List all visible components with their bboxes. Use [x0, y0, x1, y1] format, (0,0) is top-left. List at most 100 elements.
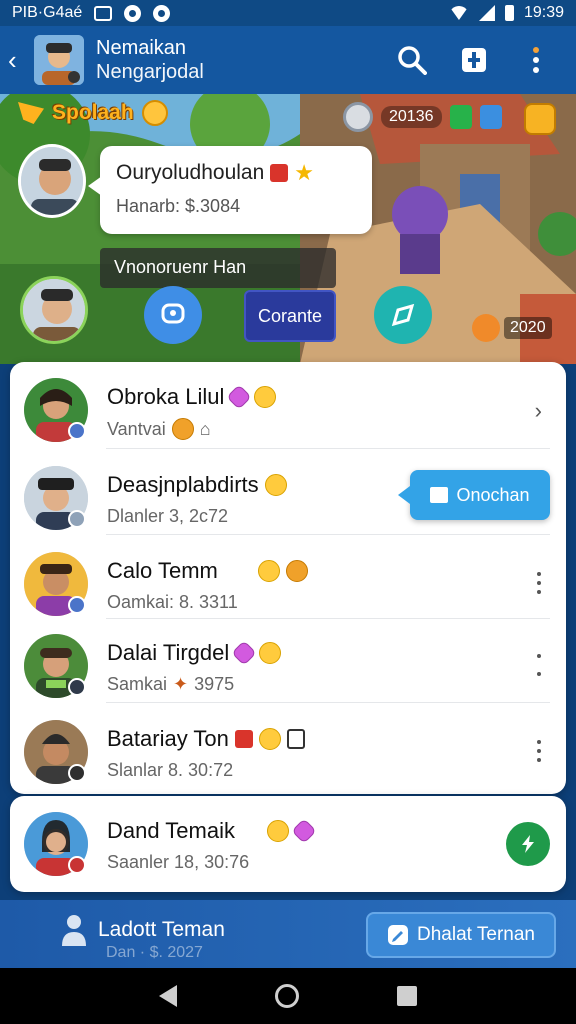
add-friend-tab[interactable]: Ladott Teman: [60, 912, 225, 948]
online-badge: [68, 422, 86, 440]
message-avatar[interactable]: [18, 144, 86, 218]
chat-avatar[interactable]: [34, 35, 84, 85]
score-value: 2020: [504, 317, 552, 339]
game-banner: Spolaah 20136 Ouryoludhoulan ★ Hanarb: $…: [0, 94, 576, 364]
add-friend-sub: Dan · $. 2027: [106, 944, 203, 961]
battery-icon: [504, 5, 514, 21]
bear-icon: [171, 418, 194, 440]
smile-icon: [141, 100, 168, 126]
friend-status: Oamkai: 8. 3311: [107, 592, 238, 612]
message-bubble: Ouryoludhoulan ★ Hanarb: $.3084: [88, 146, 372, 234]
friend-name: Calo Temm: [107, 558, 218, 583]
nav-home-icon[interactable]: [275, 984, 299, 1008]
coin-icon: [343, 102, 373, 132]
lightning-button[interactable]: [506, 822, 550, 866]
online-badge: [68, 596, 86, 614]
friend-status: Dlanler 3, 2c72: [107, 506, 229, 526]
friend-status: Samkai: [107, 674, 168, 694]
list-item[interactable]: Batariay Ton Slanlar 8. 30:72: [10, 704, 566, 788]
score-tag: 2020: [472, 314, 552, 342]
dhalat-friend-button[interactable]: Dhalat Ternan: [366, 912, 556, 958]
action-popup[interactable]: Onochan: [398, 470, 550, 520]
smile-icon: [259, 642, 282, 664]
online-badge: [68, 510, 86, 528]
wolf-icon: ⌂: [199, 418, 211, 439]
nav-back-icon[interactable]: [159, 985, 177, 1007]
lightning-icon: [522, 835, 534, 853]
online-badge: [68, 678, 86, 696]
message-bubble-dark: Vnonoruenr Han: [100, 248, 336, 288]
wifi-icon: [448, 6, 469, 20]
chevron-right-icon[interactable]: ›: [535, 398, 542, 424]
gem-green-icon: [449, 105, 472, 129]
message-sender: Ouryoludhoulan: [116, 161, 265, 184]
send-button[interactable]: [374, 286, 432, 344]
fire-icon: ✦: [173, 674, 189, 694]
dots-icon[interactable]: [536, 740, 542, 762]
dots-icon[interactable]: [536, 654, 542, 676]
ribbon-badge-icon: [18, 102, 44, 124]
status-bar: PIB·G4aé 19:39: [0, 0, 576, 26]
star-icon: ★: [294, 160, 315, 185]
add-friend-label: Ladott Teman: [98, 918, 225, 941]
dots-icon[interactable]: [536, 572, 542, 594]
list-item[interactable]: Dalai Tirgdel Samkai ✦ 3975: [10, 618, 566, 702]
friend-name: Obroka Lilul: [107, 384, 225, 409]
status-left-text: PIB·G4aé: [12, 4, 83, 21]
friend-status: Slanlar 8. 30:72: [107, 760, 234, 780]
row-divider: [106, 534, 550, 535]
gift-icon: [231, 640, 258, 666]
box-icon: [430, 487, 449, 503]
system-nav-bar: [0, 968, 576, 1024]
friends-list: Obroka Lilul Vantvai ⌂ › Deasjnplabdirts…: [10, 362, 566, 794]
notification-icon: [94, 5, 113, 21]
friend-name: Dalai Tirgdel: [107, 640, 230, 665]
smile-icon: [264, 474, 287, 496]
smile-icon: [257, 560, 280, 582]
friend-name: Batariay Ton: [107, 726, 229, 751]
share-icon[interactable]: [458, 44, 490, 76]
list-item[interactable]: Obroka Lilul Vantvai ⌂ ›: [10, 362, 566, 446]
robot-icon: [286, 729, 305, 749]
status-time: 19:39: [523, 4, 564, 21]
coin-value: 20136: [381, 106, 442, 128]
smile-orange-icon: [472, 314, 500, 342]
back-arrow-icon[interactable]: ‹: [8, 45, 34, 76]
online-badge: [68, 856, 86, 874]
more-icon[interactable]: [520, 44, 552, 76]
friend-name: Deasjnplabdirts: [107, 472, 259, 497]
confirm-button[interactable]: Corante: [244, 290, 336, 342]
edit-icon: [388, 925, 409, 945]
chat-subtitle: Nengarjodal: [96, 61, 204, 83]
list-item[interactable]: Dand Temaik Saanler 18, 30:76: [10, 796, 566, 880]
smile-icon: [267, 820, 289, 842]
ribbon-title: Spolaah: [18, 100, 168, 126]
message-avatar-2[interactable]: [20, 276, 88, 344]
ribbon-text: Spolaah: [52, 101, 134, 124]
online-badge: [68, 764, 86, 782]
dhalat-friend-label: Dhalat Ternan: [417, 924, 535, 945]
smile-icon: [258, 728, 281, 750]
signal-icon: [478, 5, 495, 21]
tag-icon: [270, 164, 289, 182]
pinned-friend-card[interactable]: Dand Temaik Saanler 18, 30:76: [10, 796, 566, 892]
search-icon[interactable]: [396, 44, 428, 76]
row-divider: [106, 702, 550, 703]
shop-button[interactable]: [524, 103, 556, 135]
popup-label: Onochan: [456, 484, 530, 505]
coin-counter: 20136: [343, 102, 502, 132]
chat-bubble-button[interactable]: [144, 286, 202, 344]
friend-status: Saanler 18, 30:76: [107, 852, 250, 872]
list-item[interactable]: Calo Temm Oamkai: 8. 3311: [10, 536, 566, 620]
friend-name: Dand Temaik: [107, 818, 235, 843]
notification-round-icon: [124, 4, 142, 22]
smile-icon: [254, 386, 277, 408]
friend-status-value: 3975: [194, 674, 235, 694]
message-text: Hanarb: $.3084: [116, 196, 241, 216]
tag-icon: [234, 730, 253, 748]
app-bar: ‹ Nemaikan Nengarjodal: [0, 26, 576, 94]
nav-recent-icon[interactable]: [397, 986, 417, 1006]
person-icon: [60, 912, 88, 948]
row-divider: [106, 448, 550, 449]
chat-title: Nemaikan: [96, 37, 187, 59]
